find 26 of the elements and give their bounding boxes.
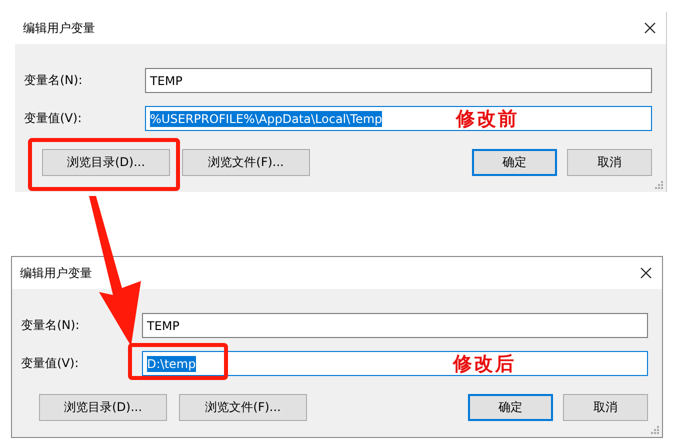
window-title: 编辑用户变量 (23, 20, 95, 36)
field-label: 变量名(N): (21, 317, 80, 334)
dialog-button[interactable]: 取消 (563, 394, 648, 421)
input-field[interactable]: TEMP (145, 68, 652, 93)
field-label: 变量名(N): (24, 72, 84, 89)
size-grip-icon (655, 181, 663, 189)
field-value: TEMP (147, 318, 180, 334)
dialog-button[interactable]: 确定 (472, 149, 557, 176)
field-value: %USERPROFILE%\AppData\Local\Temp (150, 110, 382, 126)
dialog-button[interactable]: 确定 (468, 394, 553, 421)
input-field[interactable]: TEMP (142, 313, 648, 338)
annotation-text: 修改前 (456, 107, 519, 132)
annotation-text: 修改后 (453, 352, 516, 377)
field-value: D:\temp (147, 356, 196, 372)
dialog-button[interactable]: 浏览目录(D)... (42, 149, 170, 176)
window-title: 编辑用户变量 (20, 264, 92, 282)
size-grip-icon (651, 426, 659, 434)
field-label: 变量值(V): (21, 355, 80, 372)
dialog-button[interactable]: 浏览文件(F)... (179, 394, 307, 421)
field-value: TEMP (150, 72, 183, 88)
dialog-button[interactable]: 浏览目录(D)... (39, 394, 167, 421)
field-label: 变量值(V): (24, 110, 83, 127)
dialog-button[interactable]: 取消 (567, 149, 652, 176)
dialog-button[interactable]: 浏览文件(F)... (182, 149, 310, 176)
close-icon[interactable] (644, 22, 656, 34)
close-icon[interactable] (640, 267, 652, 279)
